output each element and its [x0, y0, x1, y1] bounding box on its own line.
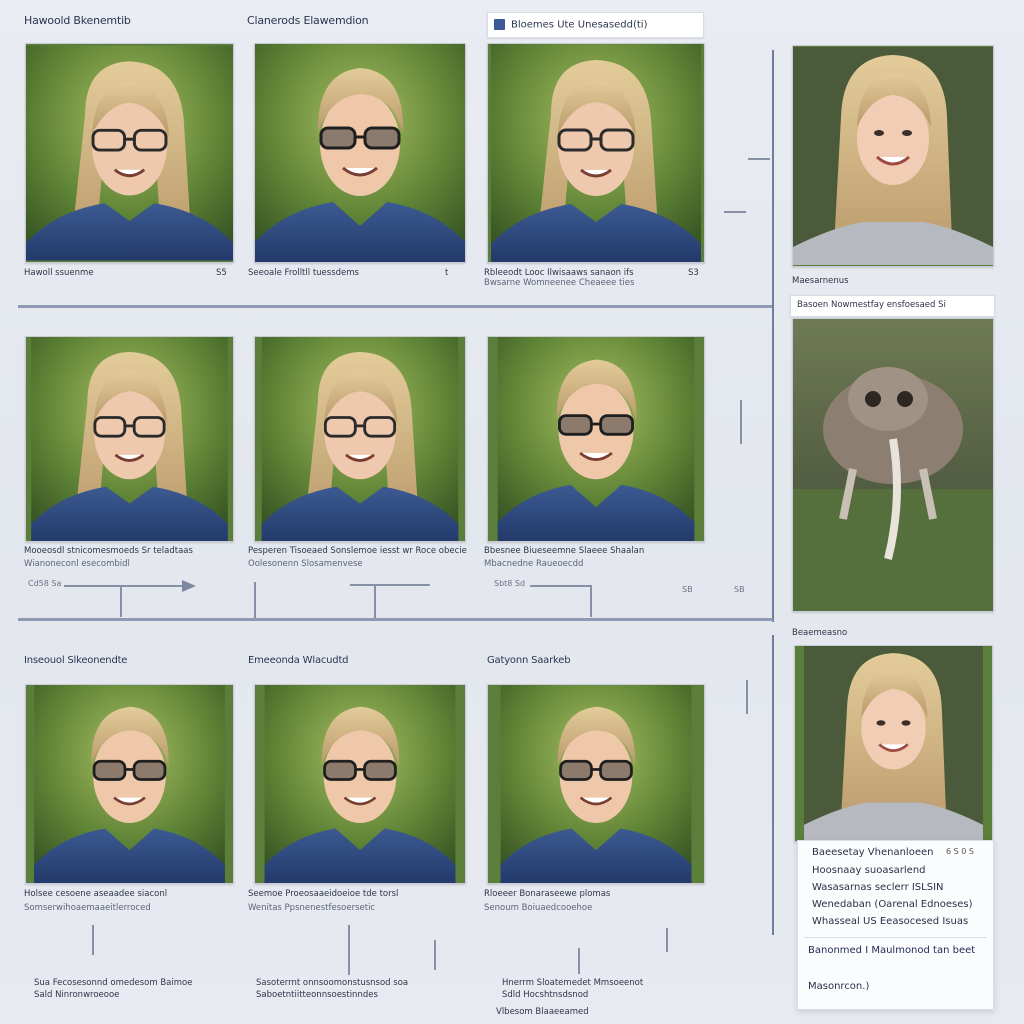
connector-tick	[748, 158, 770, 160]
info-panel-link[interactable]: Banonmed I Maulmonod tan beet	[808, 945, 975, 956]
marker-bar	[350, 584, 430, 586]
info-panel-title: Baeesetay Vhenanloeen	[812, 847, 934, 858]
marker-stem	[374, 586, 376, 618]
info-panel-row-2: Wasasarnas seclerr ISLSIN	[812, 882, 944, 893]
caption-r1c2: Seeoale Frolltll tuessdems	[248, 268, 359, 278]
photo-tile-r3c1[interactable]	[25, 684, 234, 884]
marker-stem	[348, 925, 350, 975]
row3-header-3: Gatyonn Saarkeb	[487, 655, 571, 666]
photo-tile-r2c1[interactable]	[25, 336, 234, 542]
foot-caption-1b: Sald Ninronwroeooe	[34, 990, 120, 1000]
caption-sub-r2c1: Wianoneconl esecombidl	[24, 559, 130, 569]
caption-num-r1c2: t	[445, 268, 449, 278]
photo-tile-r3c3[interactable]	[487, 684, 705, 884]
info-panel-num: 6 S 0 S	[946, 847, 974, 856]
side-label-3: Beaemeasno	[792, 628, 848, 638]
marker-stem	[120, 587, 122, 617]
photo-tile-r2c3[interactable]	[487, 336, 705, 542]
column3-header-tab[interactable]: Bloemes Ute Unesasedd(ti)	[487, 12, 704, 38]
foot-caption-1a: Sua Fecosesonnd omedesom Baimoe	[34, 978, 193, 988]
caption-r3c3: Rloeeer Bonaraseewe plomas	[484, 889, 611, 899]
info-panel-row-4: Whasseal US Eeasocesed Isuas	[812, 916, 969, 927]
connector-tick	[724, 211, 746, 213]
foot-caption-2b: Saboetntiitteonnsoestinndes	[256, 990, 378, 1000]
marker-stem	[578, 948, 580, 974]
marker-stem	[666, 928, 668, 952]
foot-caption-3a: Hnerrm Sloatemedet Mmsoeenot	[502, 978, 644, 988]
column1-header: Hawoold Bkenemtib	[24, 14, 131, 27]
timeline-line-upper	[772, 50, 774, 622]
caption-num-r1c1: S5	[216, 268, 227, 278]
caption-r1c1: Hawoll ssuenme	[24, 268, 94, 278]
photo-tile-r2c2[interactable]	[254, 336, 466, 542]
caption-r2c3: Bbesnee Biueseemne Slaeee Shaalan	[484, 546, 645, 556]
marker-end-2: SB	[734, 585, 745, 594]
foot-caption-3b: Sdld Hocshtnsdsnod	[502, 990, 589, 1000]
marker-end-1: SB	[682, 585, 693, 594]
marker-stem	[746, 680, 748, 714]
photo-tile-r3c2[interactable]	[254, 684, 466, 884]
info-panel-row-3: Wenedaban (Oarenal Ednoeses)	[812, 899, 973, 910]
caption-num-r1c3: S3	[688, 268, 699, 278]
row-divider-1	[18, 305, 773, 308]
column3-header: Bloemes Ute Unesasedd(ti)	[511, 19, 648, 31]
photo-tile-side2[interactable]	[792, 318, 994, 612]
marker-stem	[254, 582, 256, 618]
caption-sub-r2c2: Oolesonenn Slosamenvese	[248, 559, 363, 569]
row3-header-2: Emeeonda Wlacudtd	[248, 655, 349, 666]
info-panel-separator	[804, 937, 987, 938]
bottom-label: Vlbesom Blaaeeamed	[496, 1007, 589, 1017]
foot-caption-2a: Sasoterrnt onnsoomonstusnsod soa	[256, 978, 409, 988]
info-panel-footer: Masonrcon.)	[808, 981, 870, 992]
info-panel-row-1: Hoosnaay suoasarlend	[812, 865, 926, 876]
photo-tile-r1c2[interactable]	[254, 43, 466, 263]
side-tab-2-label: Basoen Nowmestfay ensfoesaed Si	[797, 300, 946, 310]
arrow-right-icon	[182, 580, 196, 592]
marker-label-2: Sbt8 Sd	[494, 579, 526, 588]
marker-stem	[434, 940, 436, 970]
photo-tile-r1c3[interactable]	[487, 43, 705, 263]
arrow-line	[64, 585, 184, 587]
caption-r3c1: Holsee cesoene aseaadee siaconl	[24, 889, 168, 899]
marker-stem	[740, 400, 742, 444]
side-label-1: Maesarnenus	[792, 276, 849, 286]
marker-stem	[92, 925, 94, 955]
side-tab-2[interactable]: Basoen Nowmestfay ensfoesaed Si	[790, 295, 995, 317]
caption-r2c2: Pesperen Tisoeaed Sonslemoe iesst wr Roc…	[248, 546, 467, 556]
photo-tile-side1[interactable]	[792, 45, 994, 267]
marker-stem	[590, 587, 592, 617]
column2-header: Clanerods Elawemdion	[247, 14, 369, 27]
timeline-line-lower	[772, 635, 774, 935]
marker-bar	[530, 585, 592, 587]
photo-tile-side3[interactable]	[794, 645, 993, 842]
caption-sub-r3c1: Somserwihoaemaaeitlerroced	[24, 903, 151, 913]
row-divider-2	[18, 618, 773, 621]
info-panel: Baeesetay Vhenanloeen 6 S 0 S Hoosnaay s…	[797, 840, 994, 1010]
photo-tile-r1c1[interactable]	[25, 43, 234, 263]
caption-r3c2: Seemoe Proeosaaeidoeioe tde torsl	[248, 889, 399, 899]
marker-label-1: Cd58 Sa	[28, 579, 62, 588]
caption-sub-r2c3: Mbacnedne Raueoecdd	[484, 559, 584, 569]
caption-sub-r1c3: Bwsarne Womneenee Cheaeee ties	[484, 278, 635, 288]
row3-header-1: Inseouol Slkeonendte	[24, 655, 128, 666]
caption-sub-r3c3: Senoum Boiuaedcooehoe	[484, 903, 593, 913]
caption-sub-r3c2: Wenitas Ppsnenestfesoersetic	[248, 903, 376, 913]
app-icon	[494, 19, 505, 30]
caption-r2c1: Mooeosdl stnicomesmoeds Sr teladtaas	[24, 546, 193, 556]
